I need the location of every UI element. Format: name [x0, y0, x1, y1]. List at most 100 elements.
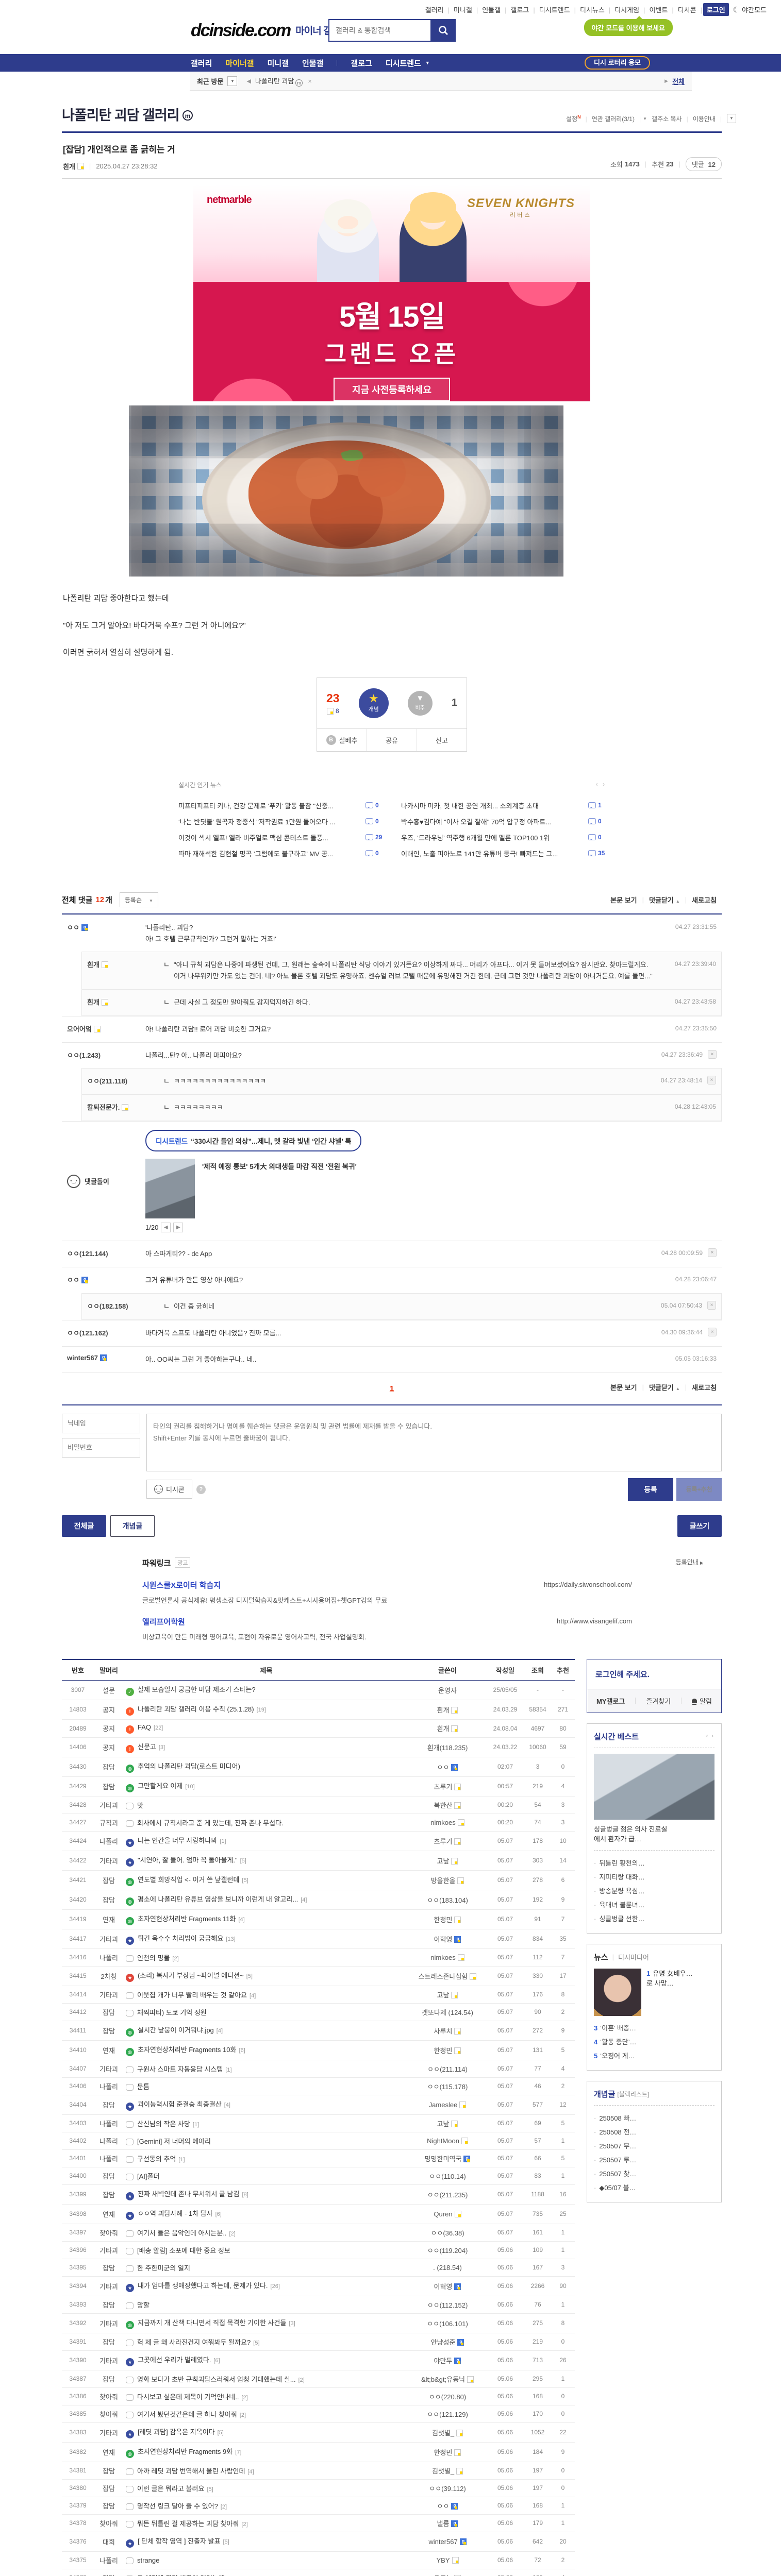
row-author[interactable]: ㅇㅇ(106.101) — [427, 2320, 468, 2328]
row-author[interactable]: 겟또다제 (124.54) — [422, 2009, 473, 2016]
board-row[interactable]: 34391 잡담 헉 제 글 왜 사라진건지 여쭤봐두 될까요? [5] 안냥성준… — [62, 2333, 575, 2351]
post-link[interactable]: 나는 인간을 너무 사랑하나봐 — [138, 1837, 217, 1844]
recent-visit-all-link[interactable]: 전체 — [672, 76, 685, 86]
post-link[interactable]: 아까 레딧 괴담 번역해서 올린 사람인데 — [137, 2467, 245, 2475]
dctrend-bubble[interactable]: 디시트렌드 “330시간 들인 의상”...제니, 멧 갈라 빛낸 ‘인간 샤넬’… — [145, 1130, 362, 1152]
board-row[interactable]: 34381 잡담 아까 레딧 괴담 번역해서 올린 사람인데 [4] 김샛별_ 0… — [62, 2462, 575, 2480]
concept-posts-button[interactable]: 개념글 — [110, 1515, 155, 1537]
best-item[interactable]: 육대녀 불륜녀… — [594, 1898, 714, 1912]
board-row[interactable]: 34393 잡담 망할 ㅇㅇ(112.152) 05.06 76 1 — [62, 2296, 575, 2314]
concept-item[interactable]: 250507 루… — [594, 2153, 714, 2167]
post-link[interactable]: 망할 — [137, 2301, 149, 2309]
post-link[interactable]: 실제 모습일지 궁금한 미담 제조기 스타는? — [138, 1686, 256, 1693]
fold-comments-link[interactable]: 댓글닫기 — [644, 1382, 685, 1392]
utility-nav-item[interactable]: 갤로그 — [506, 6, 533, 14]
post-link[interactable]: 실시간 낲붕이 이거뭐냐.jpg — [138, 2026, 214, 2034]
gallog-icon[interactable] — [77, 163, 84, 170]
row-author[interactable]: . (218.54) — [433, 2264, 462, 2272]
post-link[interactable]: 구원사 스마트 자동응답 시스템 — [137, 2065, 223, 2073]
row-author[interactable]: ㅇㅇ(110.14) — [429, 2173, 466, 2180]
board-row[interactable]: 34416 나폴리 인천의 명물 [2] nimkoes 05.07 112 7 — [62, 1948, 575, 1967]
post-link[interactable]: [Gemini] 저 너머의 메아리 — [137, 2138, 211, 2145]
row-author[interactable]: 이혁영 — [434, 1936, 453, 1943]
gnb-item[interactable]: 갤로그 — [337, 58, 372, 69]
post-image-spaghetti[interactable] — [129, 405, 563, 577]
comment-author[interactable]: ㅇㅇ(182.158) — [87, 1301, 163, 1311]
row-author[interactable]: ㅇㅇ(121.129) — [427, 2411, 468, 2418]
gallery-header-link[interactable]: 이용안내 — [688, 114, 720, 123]
concept-item[interactable]: ◆05/07 블… — [594, 2181, 714, 2195]
comment-author[interactable]: 흰개 — [87, 959, 163, 969]
board-row[interactable]: 34429 잡담 그만할게요 이제[10] 츠루기 00:57 219 4 — [62, 1776, 575, 1797]
row-author[interactable]: 안냥성준 — [431, 2338, 456, 2346]
delete-comment-button[interactable]: × — [708, 1050, 717, 1059]
board-row[interactable]: 34383 기타괴 [레딧 괴담] 감옥은 지옥이다[5] 김샛별_ 05.06… — [62, 2422, 575, 2443]
board-row[interactable]: 34376 대회 [ 단체 합작 영역 ] 진출자 발표[5] winter56… — [62, 2532, 575, 2552]
board-row[interactable]: 14803 공지 나폴리탄 괴담 갤러리 이용 수칙 (25.1.28)[19]… — [62, 1700, 575, 1720]
tab-dcmedia[interactable]: 디시미디어 — [618, 1952, 649, 1962]
post-link[interactable]: 명작선 링크 달아 줄 수 있어? — [137, 2502, 218, 2510]
recent-gallery-link[interactable]: 나폴리탄 괴담 m — [255, 76, 303, 87]
chevron-down-icon[interactable]: ▼ — [727, 114, 736, 123]
row-author[interactable]: 운영자 — [438, 1687, 457, 1694]
search-button[interactable] — [430, 19, 456, 42]
best-item[interactable]: 싱글벙글 선한… — [594, 1912, 714, 1926]
board-row[interactable]: 34398 연재 ㅇㅇ역 괴담사례 - 1차 답사[6] Quren 05.07… — [62, 2204, 575, 2224]
board-row[interactable]: 34420 잡담 평소에 나폴리탄 유튜브 영상을 보니까 이런게 내 알고리.… — [62, 1890, 575, 1910]
best-item[interactable]: 뒤틀린 황천의… — [594, 1856, 714, 1870]
row-author[interactable]: ㅇㅇ(119.204) — [427, 2247, 468, 2255]
dctrend-card-title[interactable]: '제적 예정 통보' 5개大 의대생들 마감 직전 '전원 복귀' — [202, 1161, 419, 1232]
board-row[interactable]: 20489 공지 FAQ[22] 흰개 24.08.04 4697 80 — [62, 1719, 575, 1738]
login-button[interactable]: 로그인 — [703, 3, 729, 16]
upvote-button[interactable]: ★ 개념 — [358, 688, 389, 718]
row-author[interactable]: 한청민 — [434, 2047, 453, 2055]
post-link[interactable]: 인천의 명물 — [137, 1954, 170, 1962]
row-author[interactable]: 낼름 — [437, 2520, 450, 2528]
news-item[interactable]: 우즈, ‘드라우닝’ 역주행 6개월 만에 멜론 TOP100 1위 0 — [401, 829, 606, 845]
post-link[interactable]: 초자연현상처리반 Fragments 10화 — [138, 2046, 236, 2054]
night-mode-toggle[interactable]: 야간모드 — [742, 5, 767, 14]
row-author[interactable]: 고낲 — [437, 1991, 450, 1999]
row-author[interactable]: 방울한올 — [431, 1877, 456, 1885]
refresh-comments-link[interactable]: 새로고침 — [687, 1382, 722, 1392]
board-row[interactable]: 34397 찾아줘 여기서 들은 음악인데 아시는분.. [2] ㅇㅇ(36.38… — [62, 2224, 575, 2242]
delete-comment-button[interactable]: × — [707, 1300, 716, 1310]
news-list-item[interactable]: 4 ‘활동 중단’… — [594, 2035, 714, 2049]
post-link[interactable]: 내가 엄마를 생매장했다고 하는데, 문제가 있다. — [138, 2282, 268, 2290]
post-link[interactable]: 추억의 나폴리탄 괴담(로스트 미디어) — [138, 1762, 240, 1770]
dc-lottery-button[interactable]: 디시 로터리 응모 — [585, 56, 650, 70]
prev-icon[interactable]: ◀ — [161, 1223, 171, 1233]
board-row[interactable]: 34386 찾아줘 다시보고 싶은데 제목이 기억안나네.. [2] ㅇㅇ(220… — [62, 2387, 575, 2405]
delete-comment-button[interactable]: × — [708, 1327, 717, 1336]
board-row[interactable]: 34399 잡담 진짜 새벽인데 존나 무서워서 글 남김[8] ㅇㅇ(211.… — [62, 2184, 575, 2205]
board-row[interactable]: 34412 잡담 채찍피티) 도쿄 기억 정원 겟또다제 (124.54) 05… — [62, 2003, 575, 2021]
row-author[interactable]: 츠루기 — [434, 1838, 453, 1845]
row-author[interactable]: 고낲 — [437, 1857, 450, 1865]
news-item[interactable]: 따마 재해석한 김현철 명곡 ‘그럼에도 불구하고’ MV 공... 0 — [178, 845, 384, 861]
board-row[interactable]: 14406 공지 신문고[3] 흰개(118.235) 24.03.22 100… — [62, 1737, 575, 1757]
gnb-item[interactable]: 갤러리 — [191, 58, 212, 69]
utility-nav-item[interactable]: 디시트렌드 — [535, 6, 574, 14]
post-link[interactable]: 초자연현상처리반 Fragments 9화 — [138, 2448, 232, 2455]
submit-comment-button[interactable]: 등록 — [628, 1478, 673, 1501]
next-icon[interactable]: ▶ — [173, 1223, 184, 1233]
post-link[interactable]: 구선동의 추억 — [137, 2155, 176, 2163]
news-item[interactable]: 나카시마 미카, 첫 내한 공연 개최... 소외계층 초대 1 — [401, 798, 606, 814]
vote-action-button[interactable]: B 실베추 — [317, 729, 367, 751]
row-author[interactable]: ㅇㅇ(115.178) — [427, 2083, 468, 2091]
row-author[interactable]: NightMoon — [427, 2137, 459, 2145]
row-author[interactable]: nimkoes — [430, 1819, 455, 1826]
ad-banner[interactable]: netmarble SEVEN KNIGHTS 리버스 5월 15일 그랜드 오픈… — [193, 185, 590, 401]
write-post-button[interactable]: 글쓰기 — [677, 1515, 722, 1537]
post-link[interactable]: 나폴리탄 괴담 갤러리 이용 수칙 (25.1.28) — [138, 1705, 254, 1713]
row-author[interactable]: YBY — [436, 2556, 450, 2564]
row-author[interactable]: winter567 — [428, 2538, 457, 2546]
best-item[interactable]: 지피티랑 대화… — [594, 1870, 714, 1884]
comment-count-pill[interactable]: 댓글 12 — [685, 157, 722, 171]
row-author[interactable]: ㅇㅇ(220.80) — [429, 2393, 466, 2401]
post-link[interactable]: 문틈 — [137, 2083, 149, 2091]
board-row[interactable]: 34410 연재 초자연현상처리반 Fragments 10화[6] 한청민 0… — [62, 2040, 575, 2060]
post-link[interactable]: 튀긴 옥수수 처리법이 궁금해요 — [138, 1935, 223, 1942]
best-item[interactable]: 방송분량 욕심… — [594, 1884, 714, 1898]
board-row[interactable]: 34396 기타괴 [배송 알림] 소포에 대한 중요 정보 ㅇㅇ(119.20… — [62, 2241, 575, 2259]
